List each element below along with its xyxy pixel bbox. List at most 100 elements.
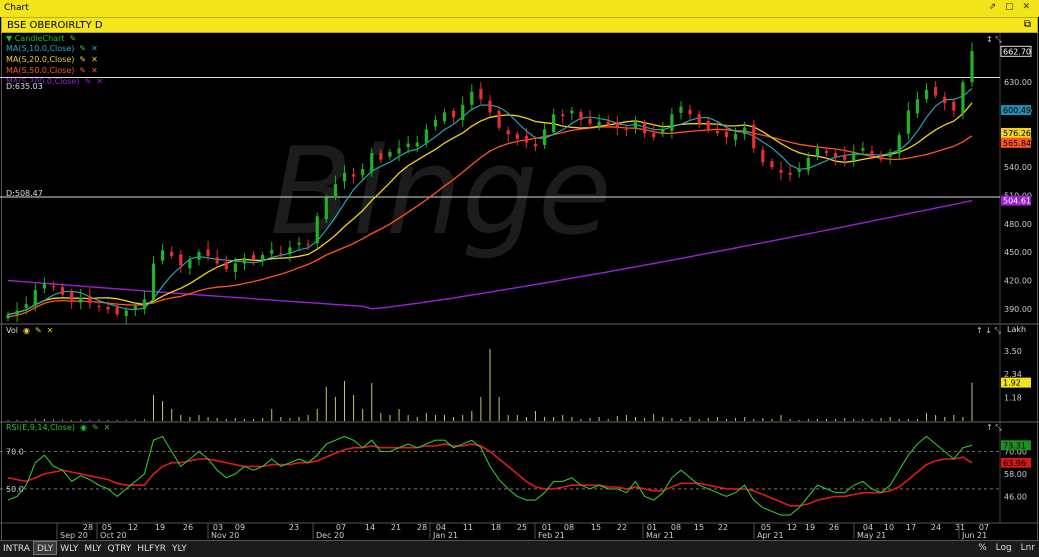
candle-body	[861, 148, 865, 151]
candle-body	[633, 119, 638, 129]
x-day-label: 24	[931, 523, 941, 532]
pencil-icon[interactable]: ✎	[92, 423, 99, 432]
pencil-icon[interactable]: ✎	[69, 34, 76, 43]
candle-body	[824, 151, 829, 154]
candle-body	[497, 111, 501, 128]
x-day-label: 17	[906, 523, 916, 532]
candle-body	[879, 155, 883, 160]
legend-candle[interactable]: ▼ CandleChart ✎	[6, 34, 76, 43]
candle-body	[779, 170, 783, 173]
pencil-icon[interactable]: ✎	[79, 44, 86, 53]
candle-body	[70, 291, 74, 302]
x-day-label: 23	[289, 523, 299, 532]
candle-body	[743, 127, 747, 135]
pencil-icon[interactable]: ✎	[84, 77, 91, 86]
legend-vol[interactable]: Vol ◉ ✎ ✕	[6, 326, 53, 335]
pencil-icon[interactable]: ✎	[79, 66, 86, 75]
scale-options[interactable]: % Log Lnr	[978, 543, 1035, 553]
candle-body	[843, 154, 847, 160]
tab-wly[interactable]: WLY	[57, 542, 81, 556]
candle-body	[615, 121, 619, 128]
candle-body	[288, 247, 292, 255]
ma200-value-label: 504.61	[1003, 197, 1031, 206]
x-day-label: 08	[564, 523, 574, 532]
low-line-label: D:508.47	[6, 189, 43, 198]
candle-body	[479, 88, 483, 100]
x-day-label: 14	[365, 523, 375, 532]
close-icon[interactable]: ✕	[96, 77, 103, 86]
candle-body	[124, 310, 128, 316]
candle-body	[370, 153, 374, 172]
x-day-label: 28	[417, 523, 427, 532]
candle-body	[688, 109, 692, 115]
legend-rsi[interactable]: RSI(E,9,14,Close) ◉ ✎ ✕	[6, 423, 110, 432]
candle-body	[488, 100, 492, 113]
x-day-label: 12	[787, 523, 797, 532]
candle-body	[588, 118, 592, 124]
x-day-label: 22	[718, 523, 728, 532]
candle-body	[215, 257, 219, 264]
x-day-label: 21	[391, 523, 401, 532]
candle-body	[342, 172, 347, 182]
candle-body	[870, 151, 874, 156]
pane-controls-rsi[interactable]: ↑ ⤡	[986, 423, 1002, 433]
close-icon[interactable]: ✕	[91, 44, 98, 53]
eye-icon[interactable]: ◉	[23, 326, 30, 335]
legend-ma10[interactable]: MA(S,10.0,Close) ✎ ✕	[6, 44, 98, 53]
close-icon[interactable]: ✕	[47, 326, 54, 335]
chart-canvas[interactable]: Binge390.00420.00450.00480.00510.00540.0…	[0, 33, 1039, 540]
candle-body	[151, 263, 156, 300]
close-icon[interactable]: ✕	[91, 66, 98, 75]
candle-body	[333, 184, 337, 198]
tab-mly[interactable]: MLY	[81, 542, 104, 556]
tab-intra[interactable]: INTRA	[0, 542, 33, 556]
eye-icon[interactable]: ◉	[80, 423, 87, 432]
candle-body	[452, 111, 456, 118]
candle-body	[606, 121, 610, 125]
pane-controls-vol[interactable]: ↑ ↓ ⤡	[976, 326, 1001, 336]
candle-body	[897, 135, 901, 154]
close-icon[interactable]: ✕	[104, 423, 111, 432]
tab-qtry[interactable]: QTRY	[105, 542, 135, 556]
window-controls[interactable]: ⇗ ▢ ✕	[989, 2, 1033, 12]
candle-body	[934, 86, 938, 96]
pane-controls-price[interactable]: ↕ ⤡	[986, 35, 1002, 45]
x-day-label: 26	[183, 523, 193, 532]
candle-body	[852, 152, 856, 162]
candle-body	[388, 152, 392, 157]
tab-yly[interactable]: YLY	[169, 542, 190, 556]
candle-body	[470, 91, 474, 105]
candle-body	[652, 133, 656, 137]
candle-body	[6, 314, 10, 319]
candle-body	[42, 283, 46, 289]
legend-ma20[interactable]: MA(S,20.0,Close) ✎ ✕	[6, 55, 98, 64]
x-day-label: 25	[517, 523, 527, 532]
candle-body	[33, 289, 37, 306]
candle-body	[706, 120, 710, 130]
pencil-icon[interactable]: ✎	[79, 55, 86, 64]
price-tick-label: 630.00	[1004, 78, 1032, 87]
tab-dly[interactable]: DLY	[32, 541, 58, 555]
bottom-toolbar: INTRA DLY WLY MLY QTRY HLFYR YLY % Log Lnr	[0, 540, 1039, 557]
x-month-label: Mar 21	[646, 531, 674, 540]
candle-body	[524, 136, 528, 143]
x-day-label: 15	[591, 523, 601, 532]
candle-body	[597, 121, 601, 127]
pencil-icon[interactable]: ✎	[35, 326, 42, 335]
tab-hlfyr[interactable]: HLFYR	[134, 542, 169, 556]
legend-ma20-label: MA(S,20.0,Close)	[6, 55, 75, 64]
legend-ma50[interactable]: MA(S,50.0,Close) ✎ ✕	[6, 66, 98, 75]
candle-body	[224, 262, 228, 270]
candle-body	[179, 254, 183, 266]
candle-body	[643, 122, 647, 134]
window-restore-icon[interactable]: ⧉	[1024, 19, 1031, 30]
legend-ma50-label: MA(S,50.0,Close)	[6, 66, 75, 75]
candle-body	[943, 96, 947, 103]
candle-body	[733, 134, 738, 140]
x-day-label: 12	[128, 523, 138, 532]
candle-body	[324, 197, 328, 220]
legend-candle-label: CandleChart	[14, 34, 65, 43]
close-icon[interactable]: ✕	[91, 55, 98, 64]
volume-last-label: 1.92	[1003, 379, 1021, 388]
ma20-value-label: 576.26	[1003, 129, 1031, 138]
